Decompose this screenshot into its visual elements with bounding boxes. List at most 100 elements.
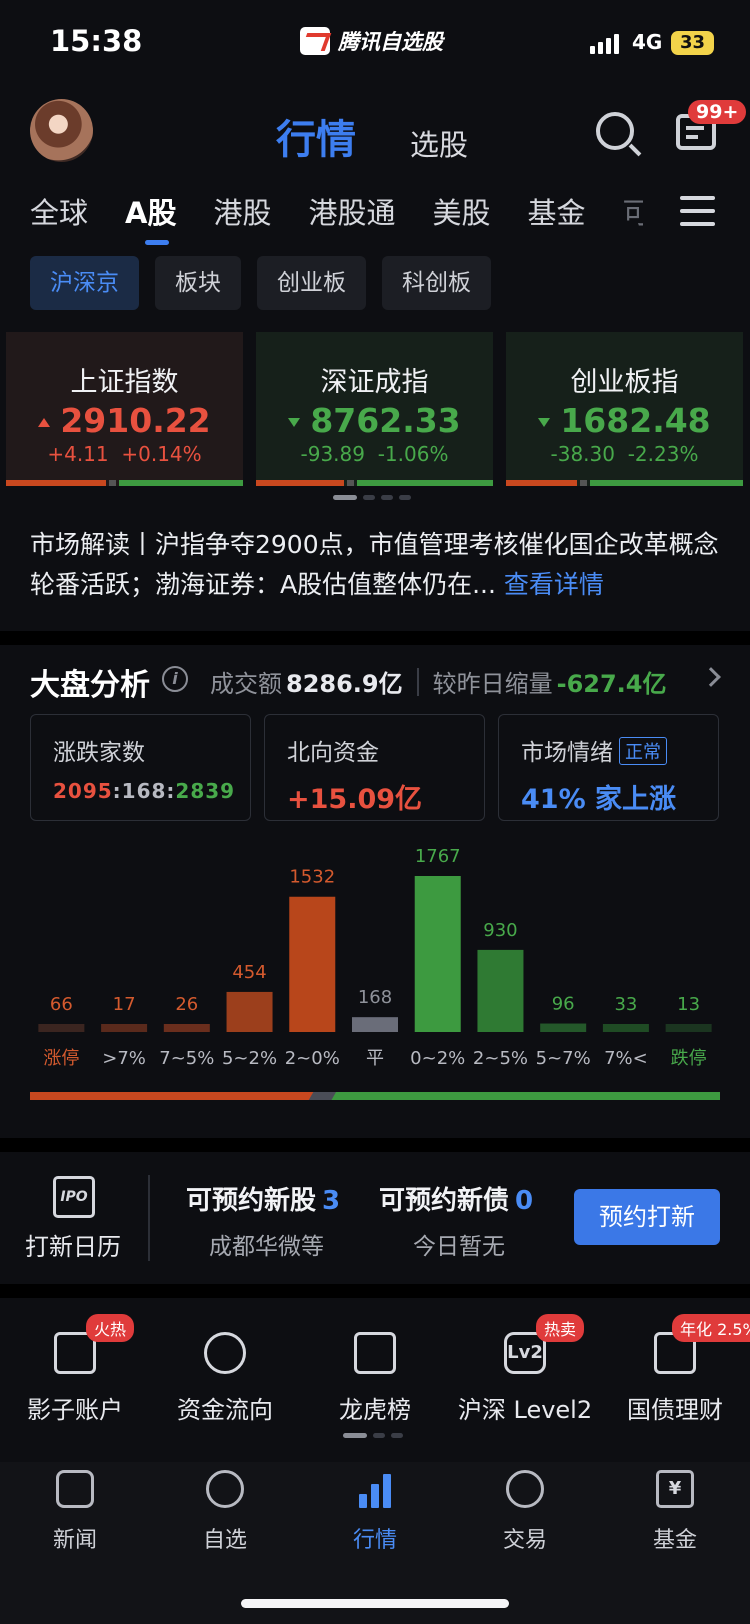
distribution-value-label: 26 [175,994,198,1015]
nav-trade[interactable]: 交易 [450,1470,600,1554]
divider [0,631,750,645]
avatar[interactable] [30,99,93,162]
nav-market[interactable]: 行情 [300,1470,450,1554]
index-card-szse[interactable]: 深证成指 8762.33 -93.89 -1.06% [256,332,493,486]
nav-news[interactable]: 新闻 [0,1470,150,1554]
index-change: +4.11 [47,442,109,466]
subtab-star[interactable]: 科创板 [382,256,491,310]
new-bonds-title[interactable]: 可预约新债 0 [379,1180,533,1217]
new-stocks-title[interactable]: 可预约新股 3 [186,1180,340,1217]
chevron-right-icon[interactable] [701,667,721,687]
active-tab-indicator [145,240,169,245]
tab-a-share[interactable]: A股 [125,190,176,232]
watchlist-icon [206,1470,244,1508]
new-bonds-sub: 今日暂无 [413,1234,505,1260]
northbound-box[interactable]: 北向资金 +15.09亿 [264,714,485,821]
menu-icon[interactable] [680,196,715,235]
tool-level2[interactable]: Lv2 沪深 Level2 热卖 [450,1314,600,1425]
box-label: 涨跌家数 [53,740,145,766]
index-name: 创业板指 [570,367,679,398]
distribution-category-label: >7% [102,1048,146,1069]
index-pct: -1.06% [377,442,449,466]
info-icon[interactable]: i [162,666,188,692]
tab-stock-picker[interactable]: 选股 [410,122,468,164]
tab-hk-connect[interactable]: 港股通 [308,190,395,232]
news-detail-link[interactable]: 查看详情 [504,570,604,599]
tool-label: 资金流向 [177,1396,273,1424]
tool-money-flow[interactable]: 资金流向 [150,1322,300,1425]
status-bar: 15:38 腾讯自选股 4G 33 [0,0,750,90]
distribution-value-label: 96 [552,994,575,1015]
sentiment-tag: 正常 [619,737,667,765]
sentiment-box[interactable]: 市场情绪 正常 41% 家上涨 [498,714,719,821]
index-breadth-bar [506,480,743,486]
index-price: 8762.33 [310,401,461,440]
distribution-value-label: 17 [113,994,136,1015]
distribution-value-label: 454 [232,962,266,983]
distribution-value-label: 13 [677,994,700,1015]
distribution-category-label: 2~5% [473,1048,528,1069]
distribution-value-label: 33 [614,994,637,1015]
signal-icon [590,34,619,54]
nav-watchlist[interactable]: 自选 [150,1470,300,1554]
distribution-bar [101,1024,148,1032]
dragon-tiger-icon [354,1332,396,1374]
analysis-boxes: 涨跌家数 2095:168:2839 北向资金 +15.09亿 市场情绪 正常 4… [30,714,719,821]
tool-label: 国债理财 [627,1396,723,1424]
subtab-chinext[interactable]: 创业板 [257,256,366,310]
bottom-nav: 新闻 自选 行情 交易 ¥ 基金 [0,1470,750,1554]
arrow-down-icon [538,418,551,427]
tool-grid: 影子账户 火热 资金流向 龙虎榜 Lv2 沪深 Level2 热卖 国债理财 年… [0,1314,750,1425]
advance-decline-box[interactable]: 涨跌家数 2095:168:2839 [30,714,251,821]
index-pct: -2.23% [627,442,699,466]
distribution-category-label: 5~2% [222,1048,277,1069]
home-indicator [241,1599,509,1608]
flat-count: 168 [121,779,167,803]
tab-us[interactable]: 美股 [433,190,491,232]
search-icon[interactable] [596,112,634,150]
trade-icon [506,1470,544,1508]
tool-shadow-account[interactable]: 影子账户 火热 [0,1314,150,1425]
subtab-sector[interactable]: 板块 [155,256,241,310]
distribution-bar [163,1024,210,1032]
tool-dragon-tiger[interactable]: 龙虎榜 [300,1322,450,1425]
status-app-name: 腾讯自选股 [338,30,443,54]
distribution-value-label: 1532 [289,867,335,888]
tool-label: 龙虎榜 [339,1396,411,1424]
divider [0,1138,750,1152]
new-bonds-count: 0 [515,1186,534,1216]
sub-tabs: 沪深京 板块 创业板 科创板 [30,256,491,310]
distribution-bar [226,991,273,1032]
box-label: 市场情绪 [521,740,613,766]
compare-value: -627.4亿 [556,670,667,698]
distribution-category-label: 平 [366,1048,384,1069]
tool-bond-finance[interactable]: 国债理财 年化 2.5% [600,1314,750,1425]
message-badge: 99+ [688,100,747,124]
ipo-icon[interactable]: IPO [53,1176,95,1218]
market-news[interactable]: 市场解读丨沪指争夺2900点，市值管理考核催化国企改革概念轮番活跃；渤海证券：A… [30,525,730,605]
index-card-sse[interactable]: 上证指数 2910.22 +4.11 +0.14% [6,332,243,486]
tab-market[interactable]: 行情 [276,107,356,165]
distribution-bar [38,1024,85,1032]
distribution-category-label: 0~2% [410,1048,465,1069]
arrow-up-icon [38,418,51,427]
index-breadth-bar [256,480,493,486]
tab-more-partial[interactable]: 可 [623,190,643,232]
tab-fund[interactable]: 基金 [528,190,586,232]
index-card-chinext[interactable]: 创业板指 1682.48 -38.30 -2.23% [506,332,743,486]
tab-hk[interactable]: 港股 [213,190,271,232]
distribution-category-label: 跌停 [671,1048,707,1069]
subtab-hushenjing[interactable]: 沪深京 [30,256,139,310]
money-flow-icon [204,1332,246,1374]
ipo-calendar-label[interactable]: 打新日历 [25,1227,121,1262]
turnover-label: 成交额 [210,670,282,698]
index-pct: +0.14% [121,442,202,466]
distribution-category-label: 涨停 [43,1048,79,1069]
subscribe-ipo-button[interactable]: 预约打新 [574,1189,720,1245]
nav-fund[interactable]: ¥ 基金 [600,1470,750,1554]
arrow-down-icon [288,418,301,427]
distribution-bar [665,1024,712,1032]
tab-global[interactable]: 全球 [30,190,88,232]
app-logo-icon [300,27,330,55]
northbound-value: +15.09亿 [287,784,423,815]
